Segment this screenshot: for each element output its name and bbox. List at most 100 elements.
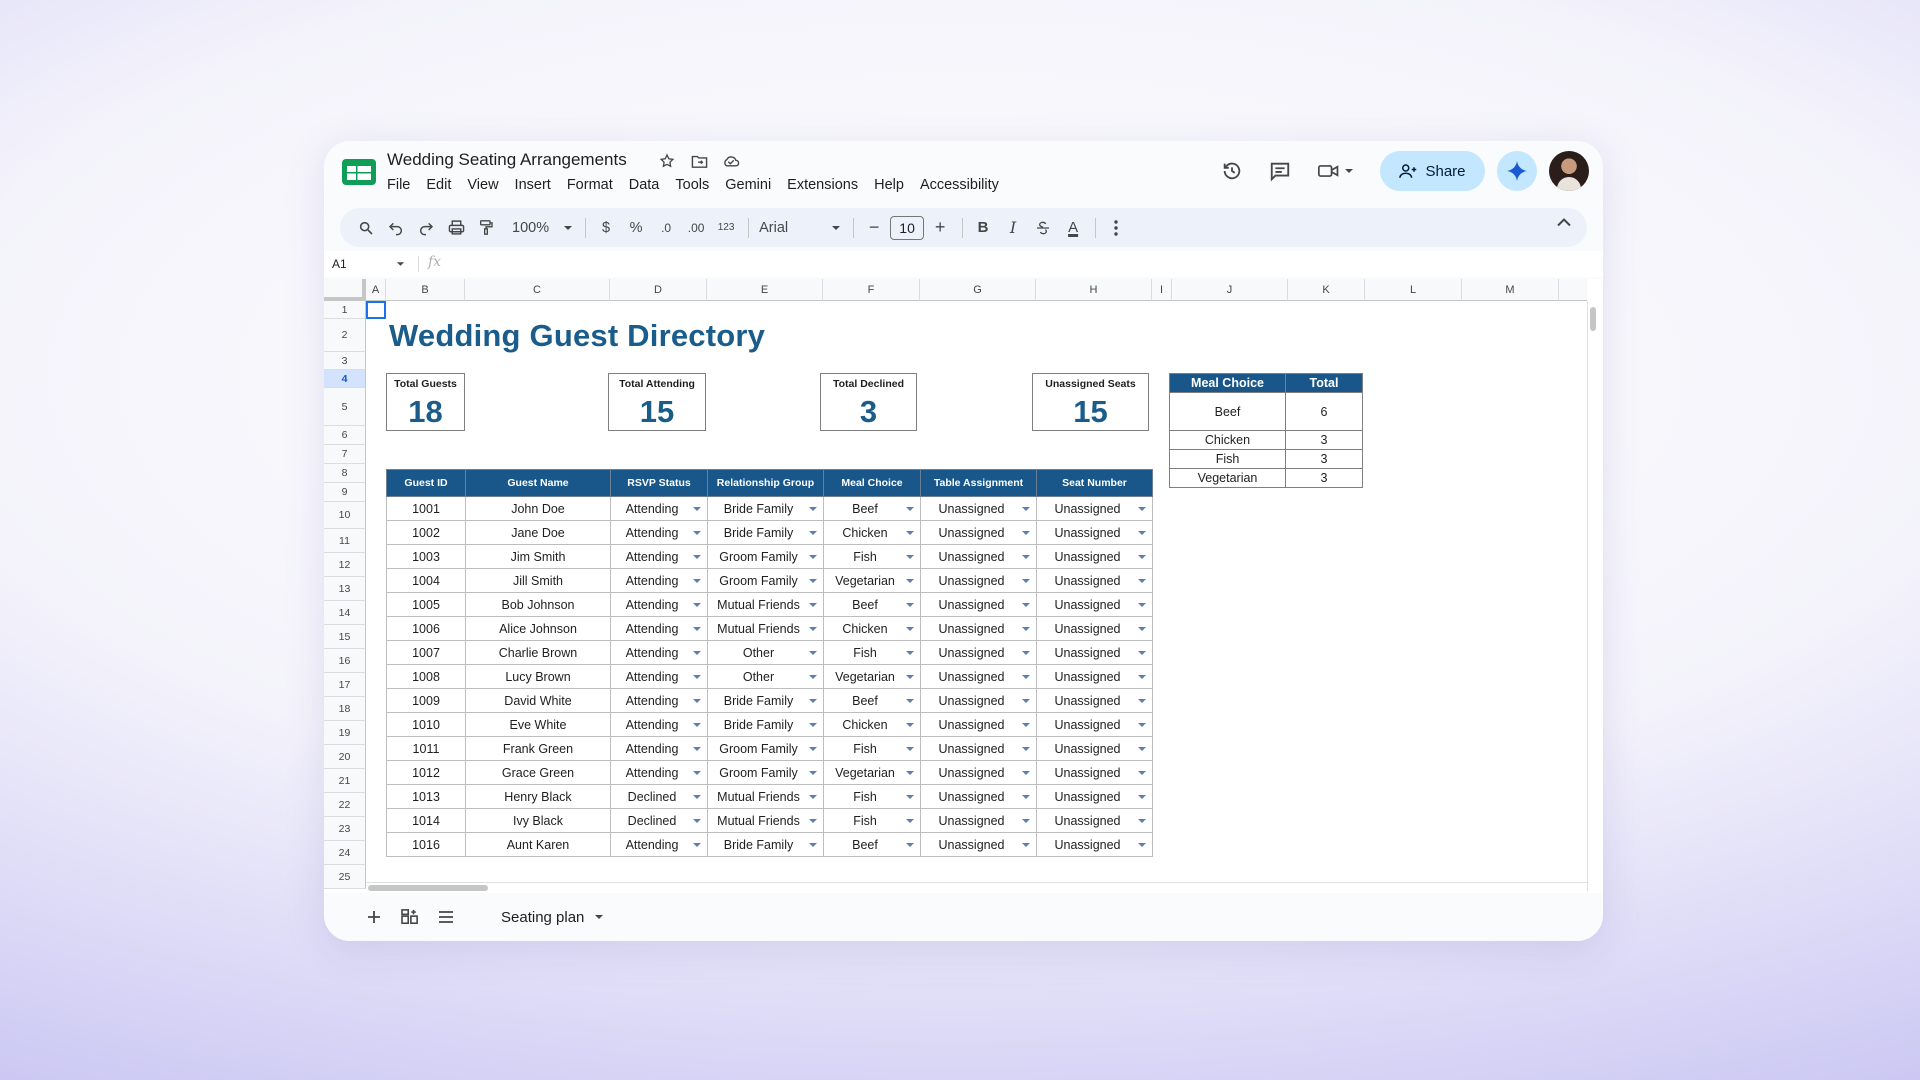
table-cell[interactable]: 1001	[386, 496, 466, 521]
dropdown-cell[interactable]: Declined	[610, 808, 708, 833]
dropdown-cell[interactable]: Unassigned	[1036, 688, 1153, 713]
dropdown-cell[interactable]: Mutual Friends	[707, 784, 824, 809]
menu-data[interactable]: Data	[621, 175, 668, 195]
table-cell[interactable]: 3	[1285, 449, 1363, 469]
table-cell[interactable]: Jill Smith	[465, 568, 611, 593]
row-header-22[interactable]: 22	[324, 793, 366, 817]
dropdown-cell[interactable]: Unassigned	[1036, 640, 1153, 665]
table-cell[interactable]: 1004	[386, 568, 466, 593]
row-header-19[interactable]: 19	[324, 721, 366, 745]
select-all-corner[interactable]	[324, 279, 366, 301]
strikethrough-icon[interactable]	[1029, 214, 1057, 242]
dropdown-cell[interactable]: Unassigned	[920, 832, 1037, 857]
table-header-cell[interactable]: Relationship Group	[707, 469, 824, 497]
sheet-title[interactable]: Wedding Guest Directory	[389, 318, 765, 354]
table-cell[interactable]: Alice Johnson	[465, 616, 611, 641]
dropdown-cell[interactable]: Attending	[610, 664, 708, 689]
table-cell[interactable]: Beef	[1169, 392, 1286, 431]
dropdown-cell[interactable]: Attending	[610, 736, 708, 761]
row-header-18[interactable]: 18	[324, 697, 366, 721]
dropdown-cell[interactable]: Attending	[610, 496, 708, 521]
dropdown-cell[interactable]: Unassigned	[920, 688, 1037, 713]
menu-format[interactable]: Format	[559, 175, 621, 195]
table-cell[interactable]: Charlie Brown	[465, 640, 611, 665]
dropdown-cell[interactable]: Unassigned	[1036, 760, 1153, 785]
dropdown-cell[interactable]: Chicken	[823, 520, 921, 545]
row-header-4[interactable]: 4	[324, 370, 366, 388]
dropdown-cell[interactable]: Beef	[823, 592, 921, 617]
column-header-b[interactable]: B	[386, 279, 465, 301]
add-sheet-icon[interactable]	[362, 905, 386, 929]
dropdown-cell[interactable]: Bride Family	[707, 832, 824, 857]
font-size-increase-button[interactable]: +	[926, 214, 954, 242]
menu-file[interactable]: File	[387, 175, 418, 195]
column-header-k[interactable]: K	[1288, 279, 1365, 301]
table-cell[interactable]: Ivy Black	[465, 808, 611, 833]
menu-insert[interactable]: Insert	[507, 175, 559, 195]
column-header-h[interactable]: H	[1036, 279, 1152, 301]
dropdown-cell[interactable]: Unassigned	[920, 520, 1037, 545]
dropdown-cell[interactable]: Attending	[610, 760, 708, 785]
dropdown-cell[interactable]: Fish	[823, 736, 921, 761]
column-header-g[interactable]: G	[920, 279, 1036, 301]
row-header-21[interactable]: 21	[324, 769, 366, 793]
dropdown-cell[interactable]: Attending	[610, 712, 708, 737]
table-cell[interactable]: 1013	[386, 784, 466, 809]
dropdown-cell[interactable]: Bride Family	[707, 520, 824, 545]
dropdown-cell[interactable]: Unassigned	[920, 616, 1037, 641]
table-header-cell[interactable]: RSVP Status	[610, 469, 708, 497]
table-cell[interactable]: 1010	[386, 712, 466, 737]
row-header-9[interactable]: 9	[324, 483, 366, 502]
share-button[interactable]: Share	[1380, 151, 1485, 191]
dropdown-cell[interactable]: Unassigned	[920, 664, 1037, 689]
table-cell[interactable]: Bob Johnson	[465, 592, 611, 617]
dropdown-cell[interactable]: Fish	[823, 544, 921, 569]
dropdown-cell[interactable]: Chicken	[823, 616, 921, 641]
dropdown-cell[interactable]: Unassigned	[920, 760, 1037, 785]
meet-icon[interactable]	[1308, 151, 1364, 191]
dropdown-cell[interactable]: Unassigned	[1036, 592, 1153, 617]
menu-extensions[interactable]: Extensions	[779, 175, 866, 195]
table-header-cell[interactable]: Meal Choice	[823, 469, 921, 497]
italic-button[interactable]: I	[999, 214, 1027, 242]
zoom-select[interactable]: 100%	[508, 214, 577, 242]
spreadsheet-grid[interactable]: ABCDEFGHIJKLM 1 2 3 4 5 6 7 8 9 10 11 12 13 14 15 16 17 1…	[324, 279, 1603, 893]
print-icon[interactable]	[442, 214, 470, 242]
table-header-cell[interactable]: Total	[1285, 373, 1363, 393]
dropdown-cell[interactable]: Vegetarian	[823, 760, 921, 785]
table-header-cell[interactable]: Table Assignment	[920, 469, 1037, 497]
column-header-l[interactable]: L	[1365, 279, 1462, 301]
dropdown-cell[interactable]: Groom Family	[707, 568, 824, 593]
vertical-scrollbar[interactable]	[1587, 301, 1597, 891]
dropdown-cell[interactable]: Beef	[823, 832, 921, 857]
undo-icon[interactable]	[382, 214, 410, 242]
dropdown-cell[interactable]: Attending	[610, 520, 708, 545]
dropdown-cell[interactable]: Unassigned	[920, 784, 1037, 809]
cloud-status-icon[interactable]	[721, 151, 741, 171]
dropdown-cell[interactable]: Unassigned	[920, 544, 1037, 569]
table-cell[interactable]: Chicken	[1169, 430, 1286, 450]
dropdown-cell[interactable]: Attending	[610, 640, 708, 665]
dropdown-cell[interactable]: Unassigned	[1036, 664, 1153, 689]
move-folder-icon[interactable]	[689, 151, 709, 171]
table-header-cell[interactable]: Meal Choice	[1169, 373, 1286, 393]
row-header-13[interactable]: 13	[324, 577, 366, 601]
dropdown-cell[interactable]: Beef	[823, 496, 921, 521]
row-header-5[interactable]: 5	[324, 388, 366, 426]
dropdown-cell[interactable]: Unassigned	[920, 640, 1037, 665]
row-header-23[interactable]: 23	[324, 817, 366, 841]
number-format-button[interactable]: 123	[712, 214, 740, 242]
dropdown-cell[interactable]: Unassigned	[920, 592, 1037, 617]
table-cell[interactable]: 1009	[386, 688, 466, 713]
column-header-a[interactable]: A	[366, 279, 386, 301]
row-header-14[interactable]: 14	[324, 601, 366, 625]
dropdown-cell[interactable]: Fish	[823, 640, 921, 665]
row-header-7[interactable]: 7	[324, 445, 366, 464]
more-options-icon[interactable]	[1102, 214, 1130, 242]
table-cell[interactable]: 1005	[386, 592, 466, 617]
dropdown-cell[interactable]: Unassigned	[1036, 808, 1153, 833]
table-cell[interactable]: 1006	[386, 616, 466, 641]
dropdown-cell[interactable]: Vegetarian	[823, 568, 921, 593]
dropdown-cell[interactable]: Mutual Friends	[707, 616, 824, 641]
dropdown-cell[interactable]: Bride Family	[707, 496, 824, 521]
